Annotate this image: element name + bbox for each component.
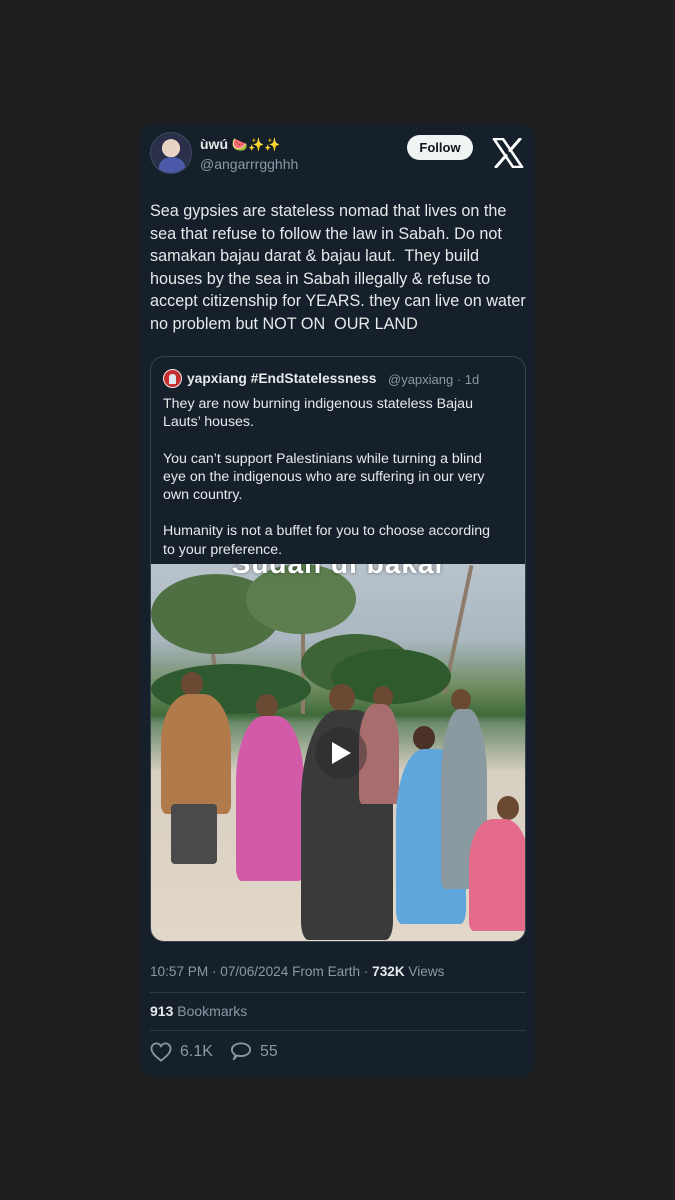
timestamp-text: 10:57 PM · 07/06/2024 From Earth ·: [150, 964, 373, 979]
person-head: [497, 796, 519, 820]
video-overlay-text: Sudah di bakar: [151, 564, 525, 580]
x-logo-icon[interactable]: [492, 138, 524, 168]
quoted-tweet[interactable]: yapxiang #EndStatelessness @yapxiang · 1…: [150, 356, 526, 942]
person-head: [181, 672, 203, 696]
views-label: Views: [404, 964, 445, 979]
person-figure: [236, 716, 304, 881]
quoted-author-name: yapxiang #EndStatelessness: [187, 371, 377, 386]
quoted-author-meta: @yapxiang · 1d: [388, 372, 480, 387]
likes-count: 6.1K: [180, 1043, 213, 1060]
display-name-emoji: 🍉✨✨: [231, 137, 281, 152]
author-display-name[interactable]: ùwú 🍉✨✨: [200, 136, 280, 153]
like-button[interactable]: 6.1K: [150, 1042, 213, 1062]
person-head: [451, 689, 471, 711]
person-figure: [161, 694, 231, 814]
bookmarks-count: 913: [150, 1003, 174, 1019]
divider: [150, 1030, 526, 1031]
tweet-card: ùwú 🍉✨✨ @angarrrgghhh Follow Sea gypsies…: [140, 124, 535, 1078]
person-figure: [171, 804, 217, 864]
person-figure: [469, 819, 525, 931]
quoted-tweet-text: They are now burning indigenous stateles…: [163, 396, 491, 558]
follow-button[interactable]: Follow: [407, 135, 473, 160]
quoted-author-avatar: [163, 369, 182, 388]
divider: [150, 992, 526, 993]
play-icon: [332, 742, 351, 764]
person-head: [256, 694, 278, 718]
tweet-text: Sea gypsies are stateless nomad that liv…: [150, 202, 526, 333]
author-avatar[interactable]: [150, 132, 192, 174]
views-count: 732K: [372, 964, 405, 979]
tweet-timestamp[interactable]: 10:57 PM · 07/06/2024 From Earth · 732K …: [150, 964, 444, 979]
heart-icon: [150, 1042, 172, 1062]
person-head: [413, 726, 435, 750]
bookmarks-stat[interactable]: 913 Bookmarks: [150, 1003, 247, 1019]
replies-count: 55: [260, 1043, 278, 1060]
author-handle[interactable]: @angarrrgghhh: [200, 156, 298, 172]
reply-button[interactable]: 55: [230, 1042, 278, 1062]
quoted-video[interactable]: Sudah di bakar: [151, 564, 525, 941]
bookmarks-label: Bookmarks: [173, 1003, 248, 1019]
play-button[interactable]: [315, 727, 367, 779]
display-name-text: ùwú: [200, 136, 228, 152]
person-head: [329, 684, 355, 712]
reply-icon: [231, 1042, 251, 1061]
